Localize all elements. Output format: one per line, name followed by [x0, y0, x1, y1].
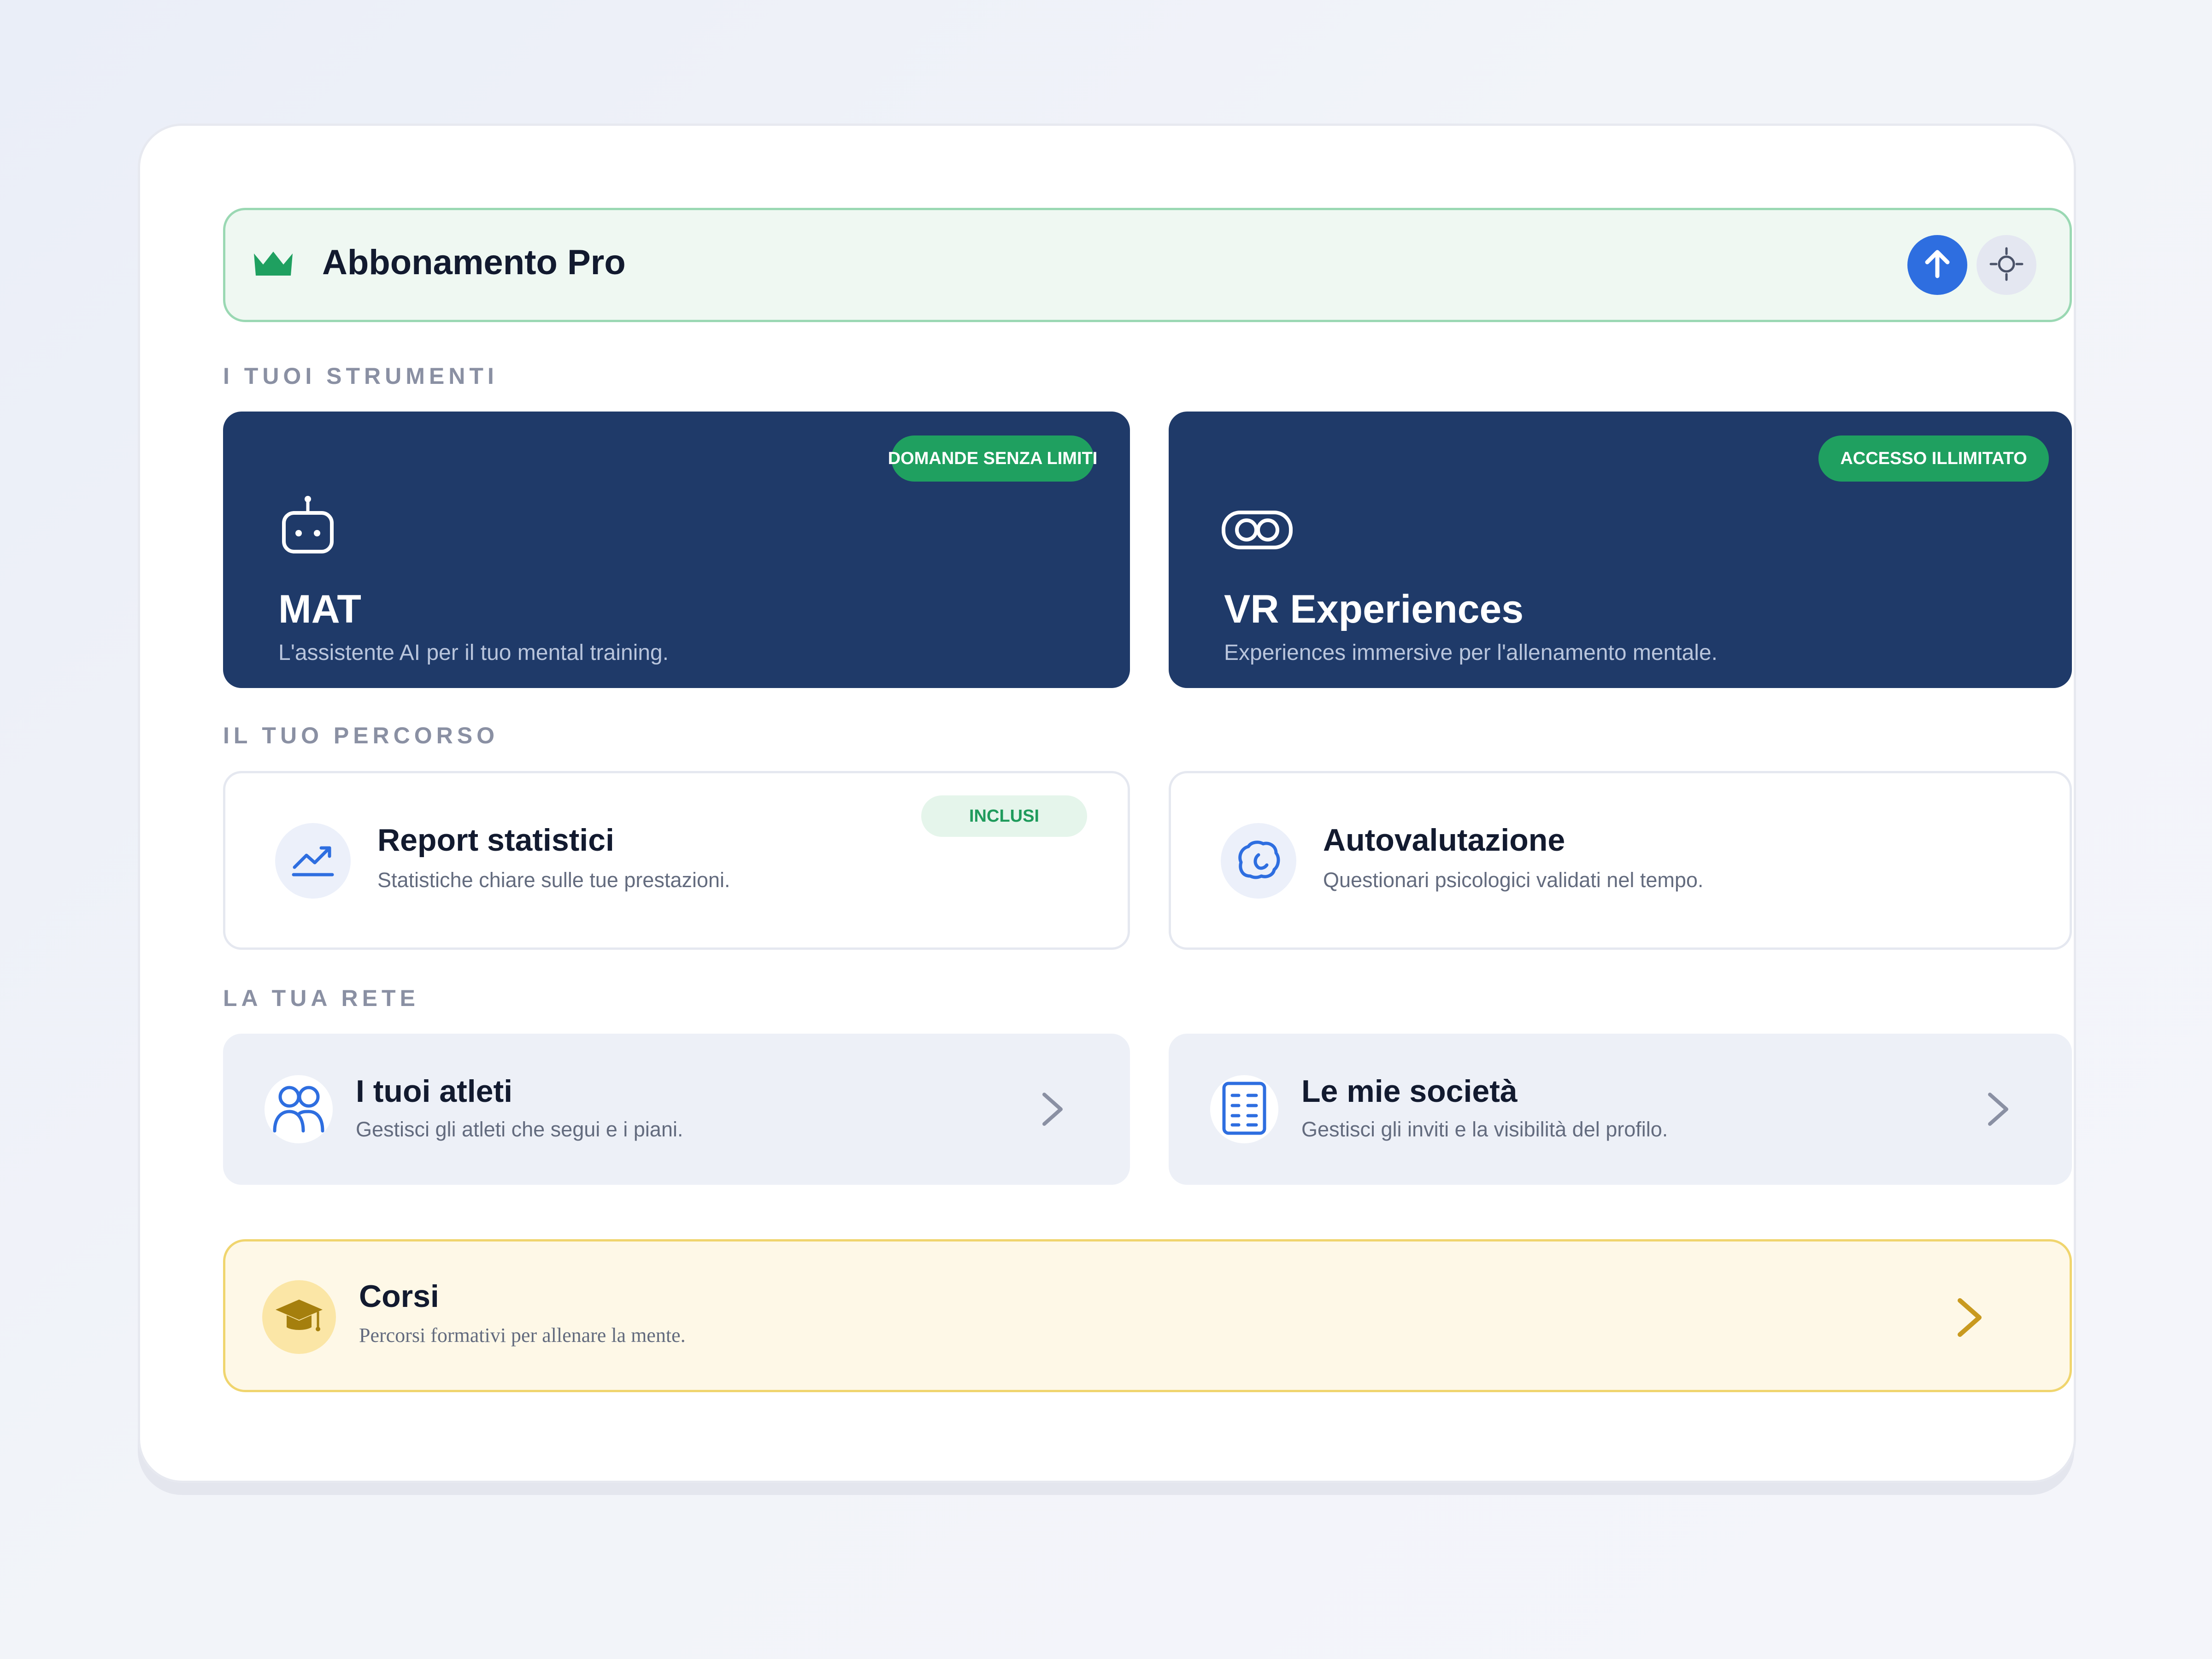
path-card-self-assessment[interactable]: Autovalutazione Questionari psicologici …	[1169, 771, 2072, 950]
network-card-description: Gestisci gli atleti che segui e i piani.	[356, 1118, 683, 1141]
network-card-title: I tuoi atleti	[356, 1074, 512, 1109]
included-badge: INCLUSI	[921, 795, 1087, 837]
path-card-title: Report statistici	[377, 823, 614, 858]
assessment-icon-circle	[1221, 823, 1296, 899]
path-card-title: Autovalutazione	[1323, 823, 1565, 858]
building-icon	[1220, 1081, 1268, 1138]
path-card-report[interactable]: INCLUSI Report statistici Statistiche ch…	[223, 771, 1130, 950]
crown-icon	[252, 250, 294, 280]
tool-name: VR Experiences	[1224, 587, 1524, 631]
upgrade-button[interactable]	[1907, 235, 1967, 295]
tool-card-vr[interactable]: ACCESSO ILLIMITATO VR Experiences Experi…	[1169, 412, 2072, 688]
network-card-title: Le mie società	[1301, 1074, 1518, 1109]
tool-description: L'assistente AI per il tuo mental traini…	[278, 641, 669, 665]
path-card-description: Questionari psicologici validati nel tem…	[1323, 868, 1704, 892]
network-card-societies[interactable]: Le mie società Gestisci gli inviti e la …	[1169, 1034, 2072, 1185]
courses-description: Percorsi formativi per allenare la mente…	[359, 1324, 686, 1347]
vr-headset-icon	[1221, 510, 1293, 552]
courses-card[interactable]: Corsi Percorsi formativi per allenare la…	[223, 1239, 2072, 1392]
tool-description: Experiences immersive per l'allenamento …	[1224, 641, 1718, 665]
graduation-cap-icon	[274, 1294, 324, 1341]
crosshair-icon	[1988, 246, 2025, 285]
settings-button[interactable]	[1977, 235, 2036, 295]
subscription-title: Abbonamento Pro	[322, 243, 626, 282]
chart-line-icon	[291, 841, 335, 881]
chevron-right-icon[interactable]	[1944, 1292, 1995, 1345]
network-card-athletes[interactable]: I tuoi atleti Gestisci gli atleti che se…	[223, 1034, 1130, 1185]
courses-icon-circle	[262, 1280, 336, 1354]
athletes-icon-circle	[265, 1075, 333, 1143]
network-card-description: Gestisci gli inviti e la visibilità del …	[1301, 1118, 1668, 1141]
robot-icon	[281, 495, 335, 558]
section-tools-label: I TUOI STRUMENTI	[223, 363, 498, 389]
brain-icon	[1236, 839, 1281, 883]
tool-card-mat[interactable]: DOMANDE SENZA LIMITI MAT L'assistente AI…	[223, 412, 1130, 688]
path-card-description: Statistiche chiare sulle tue prestazioni…	[377, 868, 730, 892]
report-icon-circle	[275, 823, 351, 899]
arrow-up-icon	[1919, 246, 1956, 285]
users-icon	[271, 1083, 326, 1136]
societies-icon-circle	[1210, 1075, 1278, 1143]
dashboard-card: Abbonamento Pro I TUOI STRUMENTI DOMANDE…	[138, 124, 2076, 1483]
tool-badge: ACCESSO ILLIMITATO	[1818, 435, 2049, 482]
tool-name: MAT	[278, 587, 361, 631]
tool-badge: DOMANDE SENZA LIMITI	[888, 435, 1097, 482]
subscription-banner[interactable]: Abbonamento Pro	[223, 208, 2072, 322]
section-path-label: IL TUO PERCORSO	[223, 723, 499, 748]
section-network-label: LA TUA RETE	[223, 985, 419, 1011]
courses-title: Corsi	[359, 1279, 439, 1314]
chevron-right-icon[interactable]	[1030, 1086, 1076, 1132]
chevron-right-icon[interactable]	[1975, 1086, 2021, 1132]
